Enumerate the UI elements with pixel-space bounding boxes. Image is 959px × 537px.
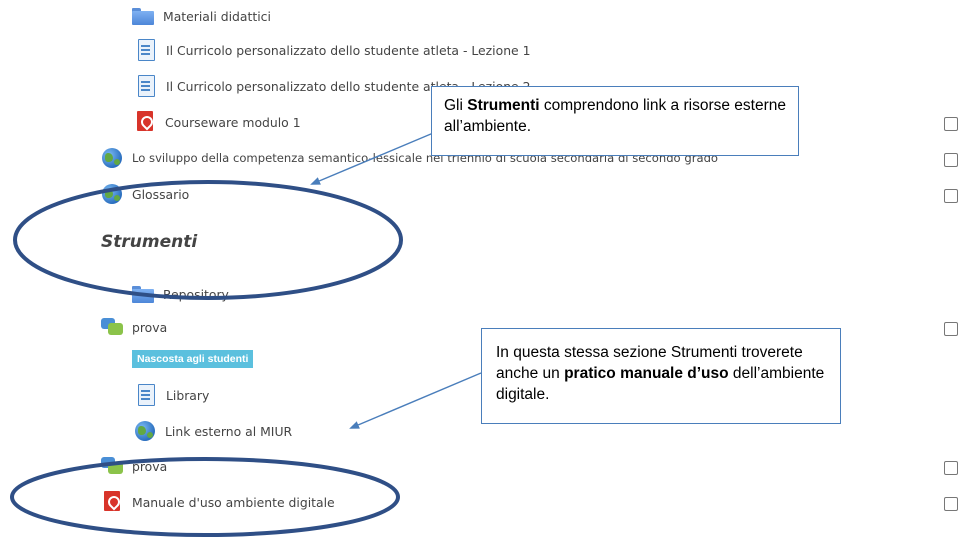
activity-materiali-didattici[interactable]: Materiali didattici: [132, 4, 271, 28]
completion-checkbox[interactable]: [944, 189, 958, 203]
completion-checkbox[interactable]: [944, 117, 958, 131]
activity-link[interactable]: Library: [166, 388, 209, 403]
activity-link[interactable]: Manuale d'uso ambiente digitale: [132, 495, 335, 510]
forum-icon: [101, 455, 123, 477]
activity-link[interactable]: prova: [132, 459, 167, 474]
activity-link[interactable]: Materiali didattici: [163, 9, 271, 24]
activity-link[interactable]: Repository: [163, 287, 229, 302]
activity-repository[interactable]: Repository: [132, 282, 229, 306]
pdf-icon: [134, 111, 156, 133]
page-icon: [135, 384, 157, 406]
folder-icon: [132, 283, 154, 305]
forum-icon: [101, 316, 123, 338]
pdf-icon: [101, 491, 123, 513]
activity-link-miur[interactable]: Link esterno al MIUR: [134, 419, 292, 443]
completion-checkbox[interactable]: [944, 461, 958, 475]
activity-manuale[interactable]: Manuale d'uso ambiente digitale: [101, 490, 335, 514]
hidden-from-students-badge: Nascosta agli studenti: [132, 350, 254, 368]
section-heading: Strumenti: [101, 232, 198, 252]
activity-link[interactable]: Link esterno al MIUR: [165, 424, 292, 439]
completion-checkbox[interactable]: [944, 497, 958, 511]
completion-checkbox[interactable]: [944, 322, 958, 336]
activity-prova-2[interactable]: prova: [101, 454, 167, 478]
activity-prova-1[interactable]: prova: [101, 315, 167, 339]
arrow-to-link-miur: [349, 372, 482, 429]
activity-lezione-1[interactable]: Il Curricolo personalizzato dello studen…: [135, 38, 531, 62]
activity-glossario[interactable]: Glossario: [101, 182, 189, 206]
callout-strumenti: Gli Strumenti comprendono link a risorse…: [431, 86, 799, 156]
activity-courseware[interactable]: Courseware modulo 1: [134, 110, 301, 134]
page-icon: [135, 75, 157, 97]
completion-checkbox[interactable]: [944, 153, 958, 167]
page-icon: [135, 39, 157, 61]
folder-icon: [132, 5, 154, 27]
activity-link[interactable]: prova: [132, 320, 167, 335]
callout-manuale: In questa stessa sezione Strumenti trove…: [481, 328, 841, 424]
activity-library[interactable]: Library: [135, 383, 209, 407]
globe-icon: [101, 147, 123, 169]
activity-link[interactable]: Glossario: [132, 187, 189, 202]
activity-link[interactable]: Courseware modulo 1: [165, 115, 301, 130]
globe-icon: [134, 420, 156, 442]
activity-link[interactable]: Il Curricolo personalizzato dello studen…: [166, 43, 531, 58]
globe-icon: [101, 183, 123, 205]
highlight-ellipse-strumenti: [13, 180, 403, 300]
